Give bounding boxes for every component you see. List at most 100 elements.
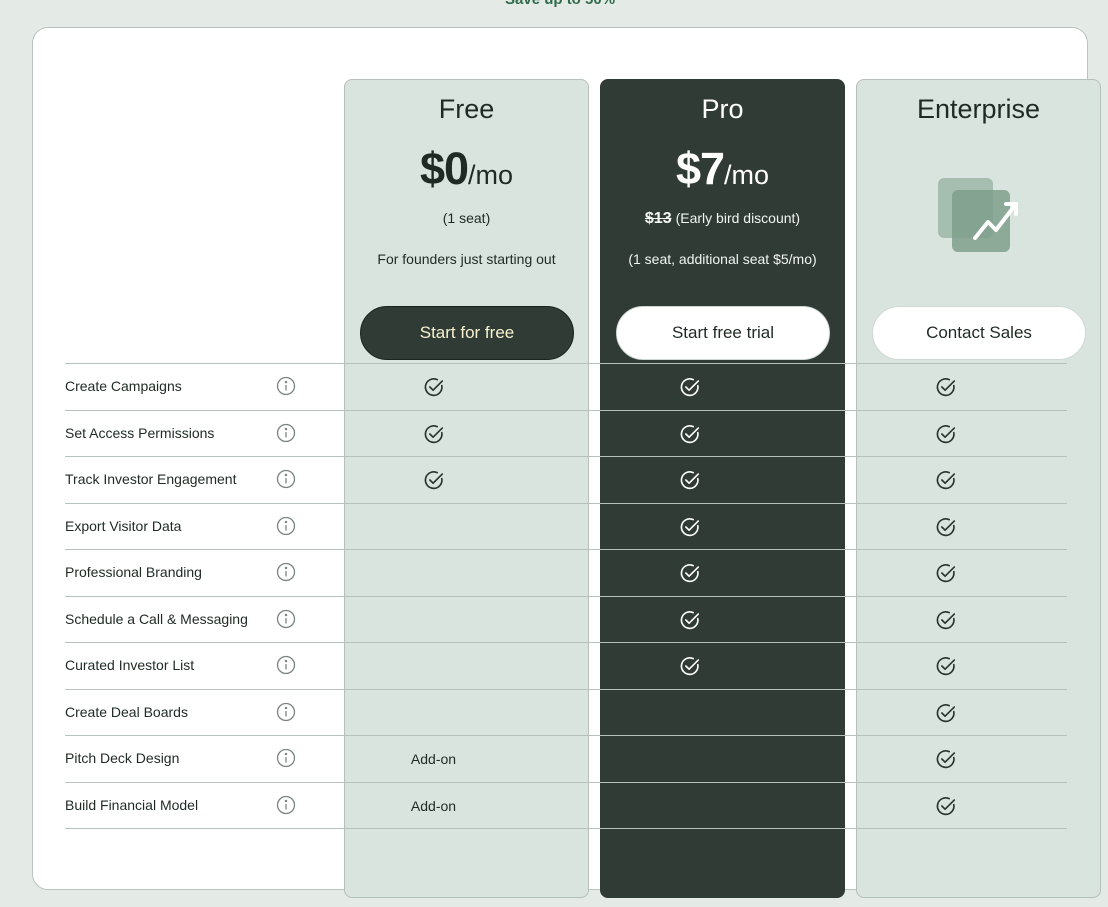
original-price: $13 bbox=[644, 210, 672, 227]
feature-row: Professional Branding bbox=[65, 549, 1067, 595]
addon-label: Add-on bbox=[410, 797, 457, 814]
feature-cell-pro bbox=[567, 736, 812, 782]
info-icon[interactable] bbox=[276, 748, 296, 768]
contact-sales-button[interactable]: Contact Sales bbox=[872, 306, 1086, 360]
feature-cell-free bbox=[311, 690, 556, 736]
info-icon[interactable] bbox=[276, 423, 296, 443]
check-circle-icon bbox=[423, 376, 445, 398]
feature-cell-pro bbox=[567, 504, 812, 550]
feature-cell-pro bbox=[567, 783, 812, 829]
check-circle-icon bbox=[935, 516, 957, 538]
feature-cell-enterprise bbox=[823, 736, 1068, 782]
feature-cell-free bbox=[311, 457, 556, 503]
check-circle-icon bbox=[679, 655, 701, 677]
check-circle-icon bbox=[679, 516, 701, 538]
feature-cell-enterprise bbox=[823, 690, 1068, 736]
feature-row: Pitch Deck Design Add-on bbox=[65, 735, 1067, 781]
feature-cell-free bbox=[311, 597, 556, 643]
feature-cell-enterprise bbox=[823, 643, 1068, 689]
info-icon[interactable] bbox=[276, 655, 296, 675]
plan-price: $7/mo bbox=[601, 143, 844, 195]
plan-name: Pro bbox=[701, 94, 744, 124]
check-circle-icon bbox=[935, 795, 957, 817]
feature-cell-pro bbox=[567, 690, 812, 736]
feature-label: Curated Investor List bbox=[65, 657, 195, 673]
feature-label: Build Financial Model bbox=[65, 796, 199, 813]
price-amount: $7 bbox=[675, 143, 725, 194]
price-period: /mo bbox=[724, 160, 770, 190]
feature-cell-pro bbox=[567, 597, 812, 643]
check-circle-icon bbox=[935, 562, 957, 584]
discount-label: (Early bird discount) bbox=[675, 210, 801, 226]
plan-seat-note: (1 seat) bbox=[442, 210, 491, 226]
info-icon[interactable] bbox=[276, 609, 296, 629]
feature-label: Track Investor Engagement bbox=[65, 471, 237, 487]
price-period: /mo bbox=[468, 160, 514, 190]
check-circle-icon bbox=[679, 376, 701, 398]
check-circle-icon bbox=[935, 423, 957, 445]
feature-label: Create Campaigns bbox=[65, 378, 182, 394]
feature-label: Professional Branding bbox=[65, 564, 202, 580]
check-circle-icon bbox=[679, 423, 701, 445]
feature-cell-free: Add-on bbox=[311, 783, 556, 829]
feature-row: Build Financial Model Add-on bbox=[65, 781, 1068, 829]
feature-cell-enterprise bbox=[823, 783, 1068, 829]
plan-seat-note: (1 seat, additional seat $5/mo) bbox=[628, 251, 817, 267]
check-circle-icon bbox=[679, 469, 701, 491]
plan-discount-note: $13 (Early bird discount) bbox=[601, 210, 844, 228]
feature-cell-free bbox=[311, 364, 556, 410]
feature-cell-pro bbox=[567, 364, 812, 410]
feature-row: Track Investor Engagement bbox=[65, 456, 1067, 502]
info-icon[interactable] bbox=[276, 562, 296, 582]
growth-chart-illustration-icon bbox=[938, 178, 1018, 252]
plan-description: For founders just starting out bbox=[377, 251, 556, 267]
plan-price: $0/mo bbox=[345, 143, 588, 195]
feature-row: Create Campaigns bbox=[65, 363, 1067, 409]
check-circle-icon bbox=[423, 469, 445, 491]
feature-cell-enterprise bbox=[823, 364, 1068, 410]
feature-cell-pro bbox=[567, 411, 812, 457]
check-circle-icon bbox=[935, 609, 957, 631]
feature-cell-free bbox=[311, 504, 556, 550]
save-banner: Save up to 50% bbox=[505, 0, 615, 8]
start-for-free-button[interactable]: Start for free bbox=[360, 306, 574, 360]
table-bottom-divider bbox=[65, 828, 1067, 829]
feature-row: Set Access Permissions bbox=[65, 409, 1067, 457]
info-icon[interactable] bbox=[276, 702, 296, 722]
info-icon[interactable] bbox=[276, 376, 296, 396]
info-icon[interactable] bbox=[276, 516, 296, 536]
price-amount: $0 bbox=[419, 143, 469, 194]
feature-row: Schedule a Call & Messaging bbox=[65, 595, 1068, 643]
feature-cell-free bbox=[311, 643, 556, 689]
check-circle-icon bbox=[679, 562, 701, 584]
start-free-trial-button[interactable]: Start free trial bbox=[616, 306, 830, 360]
feature-row: Create Deal Boards bbox=[65, 688, 1068, 736]
feature-cell-enterprise bbox=[823, 504, 1068, 550]
feature-label: Pitch Deck Design bbox=[65, 750, 180, 766]
feature-label: Set Access Permissions bbox=[65, 424, 215, 441]
feature-label: Export Visitor Data bbox=[65, 517, 182, 534]
feature-cell-enterprise bbox=[823, 457, 1068, 503]
check-circle-icon bbox=[423, 423, 445, 445]
feature-cell-enterprise bbox=[823, 550, 1068, 596]
check-circle-icon bbox=[935, 376, 957, 398]
feature-cell-free bbox=[311, 411, 556, 457]
info-icon[interactable] bbox=[276, 469, 296, 489]
addon-label: Add-on bbox=[410, 751, 457, 767]
plan-name: Free bbox=[438, 94, 495, 124]
feature-label: Create Deal Boards bbox=[65, 703, 188, 720]
info-icon[interactable] bbox=[276, 795, 296, 815]
feature-row: Curated Investor List bbox=[65, 642, 1067, 688]
feature-cell-free bbox=[311, 550, 556, 596]
feature-cell-pro bbox=[567, 550, 812, 596]
plan-name: Enterprise bbox=[916, 94, 1041, 124]
feature-cell-enterprise bbox=[823, 597, 1068, 643]
check-circle-icon bbox=[935, 748, 957, 770]
feature-cell-pro bbox=[567, 643, 812, 689]
check-circle-icon bbox=[679, 609, 701, 631]
check-circle-icon bbox=[935, 702, 957, 724]
feature-cell-pro bbox=[567, 457, 812, 503]
check-circle-icon bbox=[935, 655, 957, 677]
feature-cell-free: Add-on bbox=[311, 736, 556, 782]
check-circle-icon bbox=[935, 469, 957, 491]
